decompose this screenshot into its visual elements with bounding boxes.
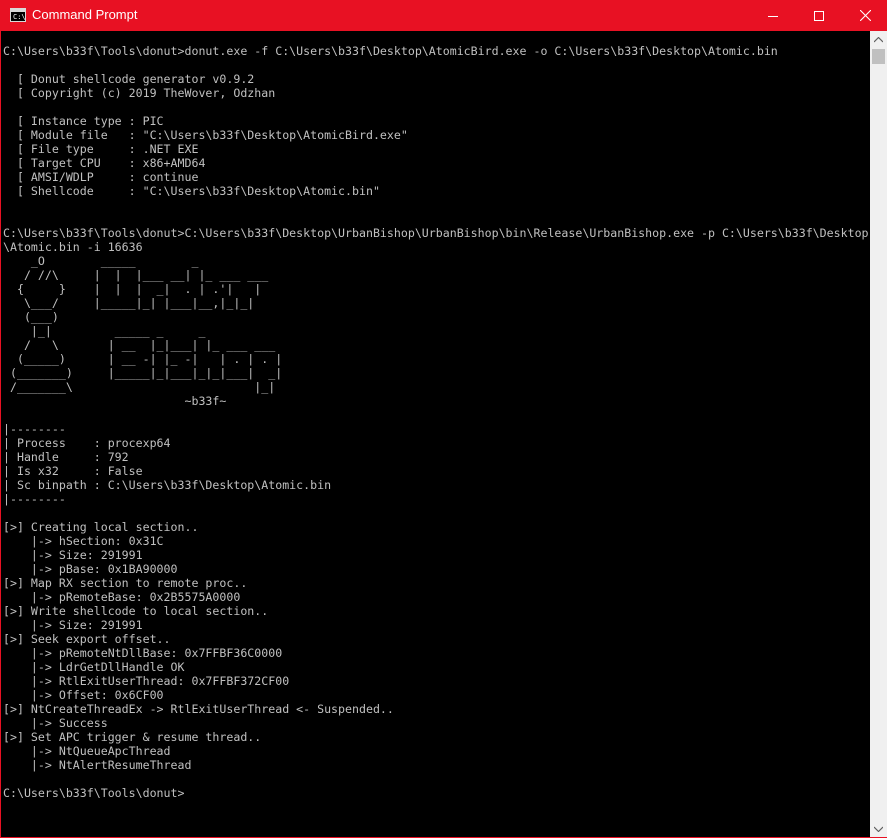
console-line: [>] Write shellcode to local section.. xyxy=(3,604,269,618)
console-line: [ Target CPU : x86+AMD64 xyxy=(3,156,206,170)
console-line: |-> RtlExitUserThread: 0x7FFBF372CF00 xyxy=(3,674,290,688)
command-prompt-window: C:\ Command Prompt C:\Users\b33f\Tools\d… xyxy=(0,0,887,838)
console-line: \___/ |_____|_| |___|__,|_|_| xyxy=(3,296,255,310)
scroll-down-arrow-icon xyxy=(874,826,883,832)
console-line: |-------- xyxy=(3,492,66,506)
console-line: [>] Seek export offset.. xyxy=(3,632,171,646)
window-title: Command Prompt xyxy=(32,7,138,22)
console-line: { } | | | _| . | .'| | xyxy=(3,282,262,296)
console-line: C:\Users\b33f\Tools\donut> xyxy=(3,786,185,800)
console-line: [ File type : .NET EXE xyxy=(3,142,199,156)
console-line: [ Module file : "C:\Users\b33f\Desktop\A… xyxy=(3,128,408,142)
console-line: [>] Map RX section to remote proc.. xyxy=(3,576,248,590)
console-line: |-> pRemoteBase: 0x2B5575A0000 xyxy=(3,590,241,604)
console-line: C:\Users\b33f\Tools\donut>C:\Users\b33f\… xyxy=(3,226,869,240)
console-line: (___) xyxy=(3,310,59,324)
maximize-icon xyxy=(814,10,824,21)
console-line: [>] NtCreateThreadEx -> RtlExitUserThrea… xyxy=(3,702,394,716)
scroll-up-button[interactable] xyxy=(870,31,887,48)
console-line: [ Donut shellcode generator v0.9.2 xyxy=(3,72,255,86)
console-line: |-> NtAlertResumeThread xyxy=(3,758,192,772)
console-line: |-> pRemoteNtDllBase: 0x7FFBF36C0000 xyxy=(3,646,283,660)
title-bar[interactable]: C:\ Command Prompt xyxy=(1,0,887,31)
console-line: [ AMSI/WDLP : continue xyxy=(3,170,199,184)
console-line: | Is x32 : False xyxy=(3,464,143,478)
maximize-button[interactable] xyxy=(796,0,842,31)
scroll-down-button[interactable] xyxy=(870,820,887,837)
console-line: | Sc binpath : C:\Users\b33f\Desktop\Ato… xyxy=(3,478,332,492)
console-line: / \ | __ |_|___| |_ ___ ___ xyxy=(3,338,276,352)
scroll-up-arrow-icon xyxy=(874,36,883,42)
console-line: (_____) | __ -| |_ -| | . | . | xyxy=(3,352,283,366)
console-line: [>] Creating local section.. xyxy=(3,520,199,534)
minimize-icon xyxy=(768,15,778,17)
console-line: _O _____ _ xyxy=(3,254,199,268)
console-line: | Process : procexp64 xyxy=(3,436,171,450)
console-line: C:\Users\b33f\Tools\donut>donut.exe -f C… xyxy=(3,44,778,58)
console-line: [ Shellcode : "C:\Users\b33f\Desktop\Ato… xyxy=(3,184,380,198)
console-line: |-> pBase: 0x1BA90000 xyxy=(3,562,178,576)
console-line: (_______) |_____|_|___|_|_|___| _| xyxy=(3,366,283,380)
console-line: [ Copyright (c) 2019 TheWover, Odzhan xyxy=(3,86,276,100)
console-line: [>] Set APC trigger & resume thread.. xyxy=(3,730,262,744)
console-line: |-> hSection: 0x31C xyxy=(3,534,164,548)
console-line: |-> Offset: 0x6CF00 xyxy=(3,688,164,702)
console-line: |-> Success xyxy=(3,716,108,730)
console-text: C:\Users\b33f\Tools\donut>donut.exe -f C… xyxy=(3,44,869,800)
minimize-button[interactable] xyxy=(750,0,796,31)
console-output-area[interactable]: C:\Users\b33f\Tools\donut>donut.exe -f C… xyxy=(1,31,870,837)
console-line: ~b33f~ xyxy=(3,394,227,408)
scroll-thumb[interactable] xyxy=(872,49,885,64)
console-line: |-> Size: 291991 xyxy=(3,618,143,632)
console-line: /_______\ |_| xyxy=(3,380,276,394)
console-line: | Handle : 792 xyxy=(3,450,129,464)
console-line: |-> LdrGetDllHandle OK xyxy=(3,660,185,674)
close-icon xyxy=(859,10,871,21)
console-line: |_| _____ _ _ xyxy=(3,324,206,338)
console-line: / //\ | | |___ __| |_ ___ ___ xyxy=(3,268,269,282)
console-line: |-> Size: 291991 xyxy=(3,548,143,562)
console-line: |-------- xyxy=(3,422,66,436)
close-button[interactable] xyxy=(842,0,887,31)
vertical-scrollbar[interactable] xyxy=(870,31,887,837)
console-line: |-> NtQueueApcThread xyxy=(3,744,171,758)
console-line: \Atomic.bin -i 16636 xyxy=(3,240,143,254)
console-line: [ Instance type : PIC xyxy=(3,114,164,128)
cmd-icon[interactable]: C:\ xyxy=(10,8,26,22)
